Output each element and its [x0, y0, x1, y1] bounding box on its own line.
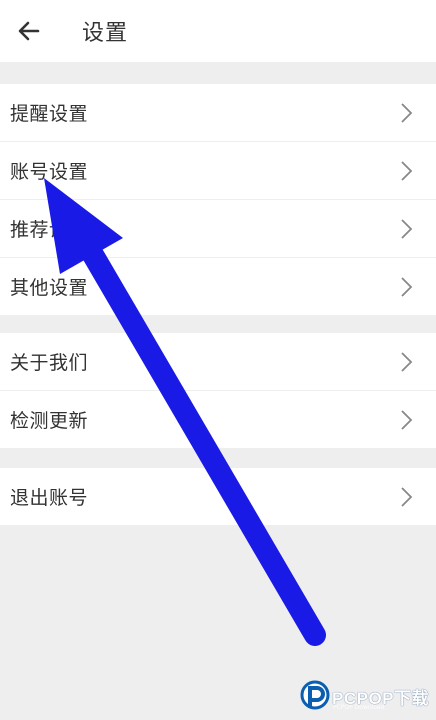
watermark-logo: PCPOP下载 PCPOP Download — [300, 678, 436, 718]
chevron-right-icon — [401, 161, 413, 181]
page-title: 设置 — [82, 21, 129, 46]
row-label: 关于我们 — [10, 352, 89, 374]
row-about-us[interactable]: 关于我们 — [0, 333, 436, 391]
settings-group-3: 退出账号 — [0, 468, 436, 525]
chevron-right-icon — [401, 487, 413, 507]
app-header: 设置 — [0, 0, 436, 62]
chevron-right-icon — [401, 410, 413, 430]
row-label: 检测更新 — [10, 410, 89, 432]
row-account-settings[interactable]: 账号设置 — [0, 142, 436, 200]
row-label: 其他设置 — [10, 277, 89, 299]
row-label: 账号设置 — [10, 161, 89, 183]
back-button[interactable] — [14, 16, 44, 46]
chevron-right-icon — [401, 103, 413, 123]
pcpop-logo-icon — [300, 680, 330, 710]
chevron-right-icon — [401, 277, 413, 297]
arrow-left-icon — [18, 21, 40, 41]
row-label: 退出账号 — [10, 487, 89, 509]
settings-group-1: 提醒设置 账号设置 推荐设置 其他设置 — [0, 84, 436, 315]
watermark-sub: PCPOP Download — [333, 704, 385, 711]
row-label: 提醒设置 — [10, 103, 89, 125]
chevron-right-icon — [401, 352, 413, 372]
row-reminder-settings[interactable]: 提醒设置 — [0, 84, 436, 142]
row-other-settings[interactable]: 其他设置 — [0, 258, 436, 315]
row-recommend-settings[interactable]: 推荐设置 — [0, 200, 436, 258]
row-label: 推荐设置 — [10, 219, 89, 241]
chevron-right-icon — [401, 219, 413, 239]
row-check-update[interactable]: 检测更新 — [0, 391, 436, 448]
row-logout[interactable]: 退出账号 — [0, 468, 436, 525]
settings-group-2: 关于我们 检测更新 — [0, 333, 436, 448]
